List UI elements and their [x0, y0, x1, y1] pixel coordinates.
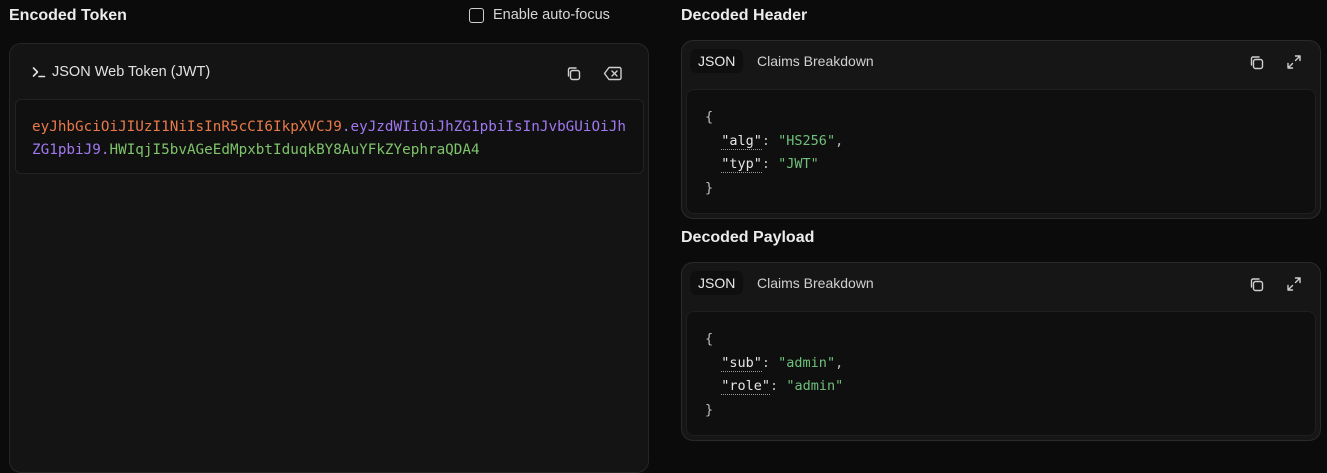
auto-focus-checkbox[interactable]: [469, 7, 484, 23]
expand-header-button[interactable]: [1283, 51, 1305, 73]
copy-payload-button[interactable]: [1245, 273, 1267, 295]
token-header-segment: eyJhbGciOiJIUzI1NiIsInR5cCI6IkpXVCJ9: [32, 119, 342, 135]
decoded-header-title: Decoded Header: [681, 7, 808, 24]
expand-icon: [1286, 54, 1302, 70]
json-value: "JWT": [778, 156, 819, 172]
json-open-brace: {: [705, 109, 714, 125]
payload-json-view: { "sub": "admin", "role": "admin" }: [686, 311, 1316, 436]
json-key: "role": [721, 378, 771, 395]
decoded-payload-title: Decoded Payload: [681, 229, 815, 246]
auto-focus-toggle[interactable]: Enable auto-focus: [469, 7, 610, 23]
terminal-icon: [32, 65, 46, 79]
json-comma: ,: [835, 132, 844, 149]
decoded-payload-tabs: JSON Claims Breakdown: [682, 263, 1320, 305]
token-editor[interactable]: eyJhbGciOiJIUzI1NiIsInR5cCI6IkpXVCJ9.eyJ…: [15, 99, 644, 174]
header-json-code: { "alg": "HS256", "typ": "JWT" }: [705, 109, 844, 196]
encoded-token-title: Encoded Token: [9, 7, 127, 24]
tab-json[interactable]: JSON: [690, 49, 744, 73]
clear-token-button[interactable]: [601, 62, 623, 84]
json-value: "admin": [778, 354, 836, 371]
tab-claims-breakdown[interactable]: Claims Breakdown: [757, 275, 874, 291]
json-key: "sub": [721, 354, 762, 372]
expand-payload-button[interactable]: [1283, 273, 1305, 295]
copy-header-button[interactable]: [1245, 51, 1267, 73]
decoded-payload-card: JSON Claims Breakdown { "sub": "admin", …: [681, 262, 1321, 441]
copy-token-button[interactable]: [562, 62, 584, 84]
backspace-icon: [603, 66, 622, 81]
jwt-panel-title: JSON Web Token (JWT): [52, 64, 211, 80]
jwt-panel-header: JSON Web Token (JWT): [32, 64, 210, 80]
copy-icon: [565, 65, 582, 82]
token-signature-segment: HWIqjI5bvAGeEdMpxbtIduqkBY8AuYFkZYephraQ…: [109, 142, 480, 158]
tab-claims-breakdown[interactable]: Claims Breakdown: [757, 53, 874, 69]
copy-icon: [1248, 54, 1265, 71]
token-text[interactable]: eyJhbGciOiJIUzI1NiIsInR5cCI6IkpXVCJ9.eyJ…: [32, 116, 632, 162]
json-close-brace: }: [705, 179, 714, 196]
decoded-header-tabs: JSON Claims Breakdown: [682, 41, 1320, 83]
expand-icon: [1286, 276, 1302, 292]
decoded-header-card: JSON Claims Breakdown { "alg": "HS256", …: [681, 40, 1321, 219]
json-comma: ,: [835, 354, 844, 371]
tab-json[interactable]: JSON: [690, 271, 744, 295]
json-open-brace: {: [705, 331, 714, 347]
json-value: "HS256": [778, 132, 836, 149]
json-value: "admin": [786, 378, 844, 394]
auto-focus-label: Enable auto-focus: [493, 7, 610, 23]
json-close-brace: }: [705, 401, 714, 418]
payload-json-code: { "sub": "admin", "role": "admin" }: [705, 331, 844, 418]
json-key: "alg": [721, 132, 762, 150]
header-json-view: { "alg": "HS256", "typ": "JWT" }: [686, 89, 1316, 214]
copy-icon: [1248, 276, 1265, 293]
json-key: "typ": [721, 156, 762, 173]
encoded-token-panel: JSON Web Token (JWT) eyJhbGciOiJIUzI1NiI…: [9, 43, 649, 473]
